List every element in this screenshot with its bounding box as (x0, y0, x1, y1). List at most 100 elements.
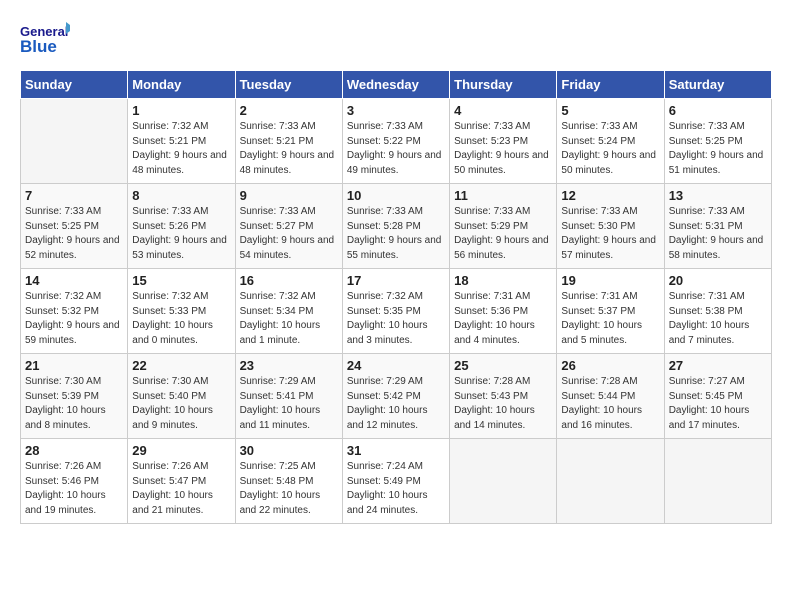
calendar-week-row: 1 Sunrise: 7:32 AMSunset: 5:21 PMDaylight… (21, 99, 772, 184)
day-info: Sunrise: 7:33 AMSunset: 5:27 PMDaylight:… (240, 205, 338, 263)
calendar-cell: 5 Sunrise: 7:33 AMSunset: 5:24 PMDaylight… (557, 99, 664, 184)
logo: General Blue (20, 20, 70, 60)
day-info: Sunrise: 7:28 AMSunset: 5:43 PMDaylight:… (454, 375, 552, 433)
calendar-week-row: 28Sunrise: 7:26 AMSunset: 5:46 PMDayligh… (21, 439, 772, 524)
day-info: Sunrise: 7:33 AMSunset: 5:23 PMDaylight:… (454, 120, 552, 178)
day-number: 15 (132, 273, 230, 288)
calendar-cell: 16 Sunrise: 7:32 AMSunset: 5:34 PMDayligh… (235, 269, 342, 354)
day-info: Sunrise: 7:25 AMSunset: 5:48 PMDaylight:… (240, 460, 338, 518)
day-info: Sunrise: 7:28 AMSunset: 5:44 PMDaylight:… (561, 375, 659, 433)
day-number: 30 (240, 443, 338, 458)
day-header-tuesday: Tuesday (235, 71, 342, 99)
day-number: 9 (240, 188, 338, 203)
day-info: Sunrise: 7:33 AMSunset: 5:24 PMDaylight:… (561, 120, 659, 178)
calendar-cell: 23 Sunrise: 7:29 AMSunset: 5:41 PMDayligh… (235, 354, 342, 439)
day-info: Sunrise: 7:29 AMSunset: 5:42 PMDaylight:… (347, 375, 445, 433)
calendar-cell: 6Sunrise: 7:33 AMSunset: 5:25 PMDaylight… (664, 99, 771, 184)
day-number: 20 (669, 273, 767, 288)
day-header-sunday: Sunday (21, 71, 128, 99)
day-info: Sunrise: 7:33 AMSunset: 5:28 PMDaylight:… (347, 205, 445, 263)
day-number: 14 (25, 273, 123, 288)
day-info: Sunrise: 7:32 AMSunset: 5:34 PMDaylight:… (240, 290, 338, 348)
day-number: 8 (132, 188, 230, 203)
day-number: 27 (669, 358, 767, 373)
calendar-cell: 25 Sunrise: 7:28 AMSunset: 5:43 PMDayligh… (450, 354, 557, 439)
logo: General Blue (20, 20, 70, 60)
calendar-cell: 10 Sunrise: 7:33 AMSunset: 5:28 PMDayligh… (342, 184, 449, 269)
day-number: 18 (454, 273, 552, 288)
calendar-cell: 4 Sunrise: 7:33 AMSunset: 5:23 PMDaylight… (450, 99, 557, 184)
calendar-cell: 20Sunrise: 7:31 AMSunset: 5:38 PMDayligh… (664, 269, 771, 354)
calendar-cell: 27 Sunrise: 7:27 AMSunset: 5:45 PMDayligh… (664, 354, 771, 439)
day-info: Sunrise: 7:24 AMSunset: 5:49 PMDaylight:… (347, 460, 445, 518)
day-number: 5 (561, 103, 659, 118)
day-info: Sunrise: 7:33 AMSunset: 5:29 PMDaylight:… (454, 205, 552, 263)
calendar-cell: 26 Sunrise: 7:28 AMSunset: 5:44 PMDayligh… (557, 354, 664, 439)
day-number: 16 (240, 273, 338, 288)
calendar-cell: 29Sunrise: 7:26 AMSunset: 5:47 PMDayligh… (128, 439, 235, 524)
calendar-cell: 24 Sunrise: 7:29 AMSunset: 5:42 PMDayligh… (342, 354, 449, 439)
calendar-cell: 18 Sunrise: 7:31 AMSunset: 5:36 PMDayligh… (450, 269, 557, 354)
calendar-cell: 7Sunrise: 7:33 AMSunset: 5:25 PMDaylight… (21, 184, 128, 269)
calendar-table: SundayMondayTuesdayWednesdayThursdayFrid… (20, 70, 772, 524)
calendar-week-row: 14 Sunrise: 7:32 AMSunset: 5:32 PMDayligh… (21, 269, 772, 354)
calendar-cell: 12 Sunrise: 7:33 AMSunset: 5:30 PMDayligh… (557, 184, 664, 269)
day-info: Sunrise: 7:33 AMSunset: 5:25 PMDaylight:… (669, 120, 767, 178)
day-number: 2 (240, 103, 338, 118)
calendar-cell: 14 Sunrise: 7:32 AMSunset: 5:32 PMDayligh… (21, 269, 128, 354)
calendar-header-row: SundayMondayTuesdayWednesdayThursdayFrid… (21, 71, 772, 99)
day-number: 25 (454, 358, 552, 373)
calendar-cell: 3Sunrise: 7:33 AMSunset: 5:22 PMDaylight… (342, 99, 449, 184)
day-number: 24 (347, 358, 445, 373)
calendar-cell: 2 Sunrise: 7:33 AMSunset: 5:21 PMDaylight… (235, 99, 342, 184)
day-info: Sunrise: 7:32 AMSunset: 5:32 PMDaylight:… (25, 290, 123, 348)
calendar-cell: 13 Sunrise: 7:33 AMSunset: 5:31 PMDayligh… (664, 184, 771, 269)
day-number: 4 (454, 103, 552, 118)
day-info: Sunrise: 7:32 AMSunset: 5:33 PMDaylight:… (132, 290, 230, 348)
day-info: Sunrise: 7:33 AMSunset: 5:30 PMDaylight:… (561, 205, 659, 263)
day-number: 28 (25, 443, 123, 458)
calendar-cell: 11 Sunrise: 7:33 AMSunset: 5:29 PMDayligh… (450, 184, 557, 269)
day-number: 13 (669, 188, 767, 203)
day-info: Sunrise: 7:32 AMSunset: 5:21 PMDaylight:… (132, 120, 230, 178)
calendar-cell (557, 439, 664, 524)
calendar-body: 1 Sunrise: 7:32 AMSunset: 5:21 PMDaylight… (21, 99, 772, 524)
day-info: Sunrise: 7:29 AMSunset: 5:41 PMDaylight:… (240, 375, 338, 433)
day-number: 17 (347, 273, 445, 288)
day-header-saturday: Saturday (664, 71, 771, 99)
day-info: Sunrise: 7:30 AMSunset: 5:39 PMDaylight:… (25, 375, 123, 433)
day-number: 1 (132, 103, 230, 118)
day-number: 11 (454, 188, 552, 203)
calendar-cell (450, 439, 557, 524)
day-number: 31 (347, 443, 445, 458)
calendar-cell: 17Sunrise: 7:32 AMSunset: 5:35 PMDayligh… (342, 269, 449, 354)
calendar-week-row: 7Sunrise: 7:33 AMSunset: 5:25 PMDaylight… (21, 184, 772, 269)
calendar-cell: 9 Sunrise: 7:33 AMSunset: 5:27 PMDaylight… (235, 184, 342, 269)
day-header-thursday: Thursday (450, 71, 557, 99)
calendar-cell: 1 Sunrise: 7:32 AMSunset: 5:21 PMDaylight… (128, 99, 235, 184)
day-info: Sunrise: 7:26 AMSunset: 5:47 PMDaylight:… (132, 460, 230, 518)
day-number: 12 (561, 188, 659, 203)
svg-text:Blue: Blue (20, 37, 57, 56)
calendar-cell: 28Sunrise: 7:26 AMSunset: 5:46 PMDayligh… (21, 439, 128, 524)
day-number: 21 (25, 358, 123, 373)
calendar-cell: 22Sunrise: 7:30 AMSunset: 5:40 PMDayligh… (128, 354, 235, 439)
calendar-cell (21, 99, 128, 184)
day-number: 3 (347, 103, 445, 118)
day-info: Sunrise: 7:33 AMSunset: 5:21 PMDaylight:… (240, 120, 338, 178)
day-header-wednesday: Wednesday (342, 71, 449, 99)
day-number: 26 (561, 358, 659, 373)
calendar-cell (664, 439, 771, 524)
calendar-cell: 21 Sunrise: 7:30 AMSunset: 5:39 PMDayligh… (21, 354, 128, 439)
calendar-cell: 8Sunrise: 7:33 AMSunset: 5:26 PMDaylight… (128, 184, 235, 269)
day-info: Sunrise: 7:30 AMSunset: 5:40 PMDaylight:… (132, 375, 230, 433)
day-number: 10 (347, 188, 445, 203)
calendar-cell: 31 Sunrise: 7:24 AMSunset: 5:49 PMDayligh… (342, 439, 449, 524)
day-info: Sunrise: 7:33 AMSunset: 5:31 PMDaylight:… (669, 205, 767, 263)
day-header-friday: Friday (557, 71, 664, 99)
day-info: Sunrise: 7:27 AMSunset: 5:45 PMDaylight:… (669, 375, 767, 433)
day-info: Sunrise: 7:31 AMSunset: 5:36 PMDaylight:… (454, 290, 552, 348)
day-number: 23 (240, 358, 338, 373)
day-number: 19 (561, 273, 659, 288)
day-header-monday: Monday (128, 71, 235, 99)
